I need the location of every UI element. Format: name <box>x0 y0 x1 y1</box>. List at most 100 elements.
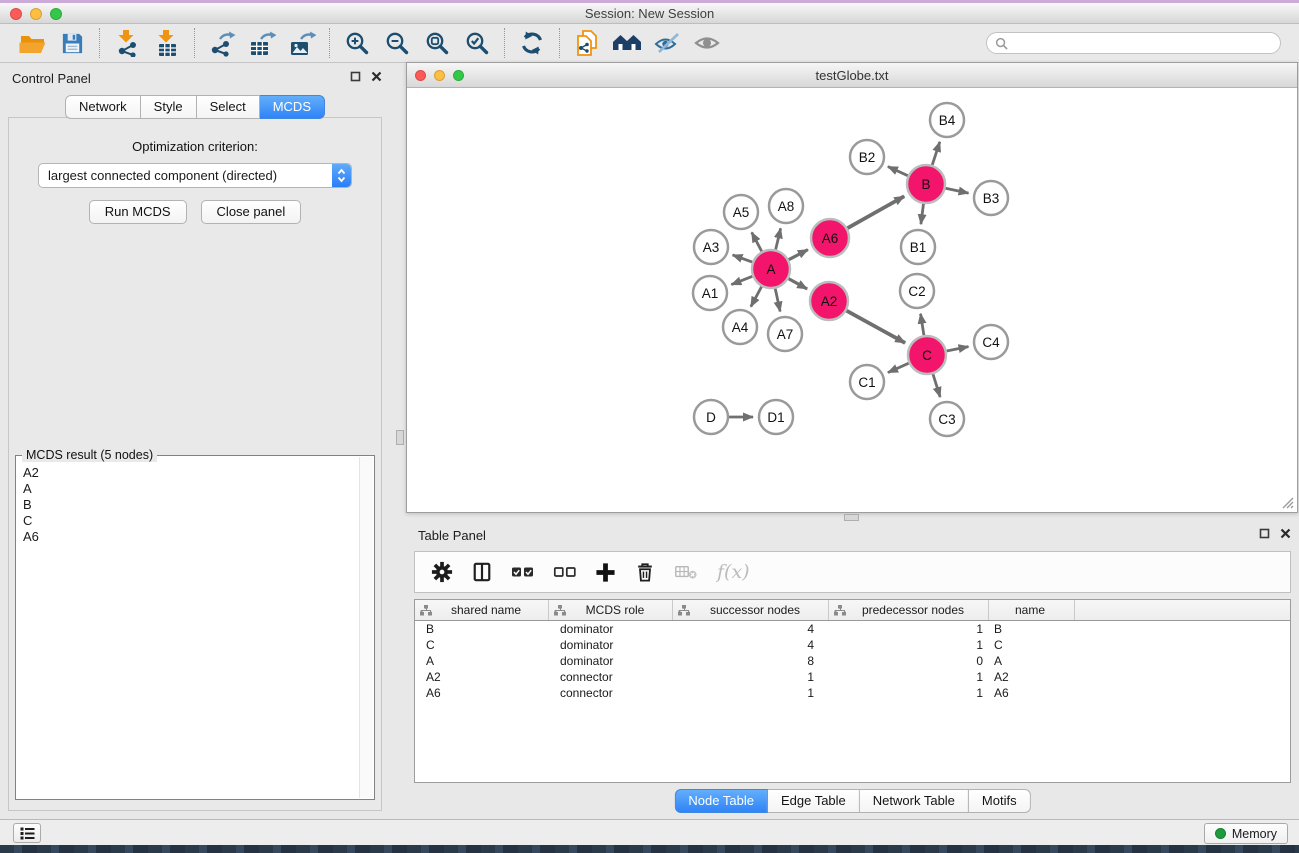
optimization-criterion-select[interactable]: largest connected component (directed) <box>38 163 352 188</box>
table-row[interactable]: A dominator 8 0 A <box>415 653 1290 669</box>
run-mcds-button[interactable]: Run MCDS <box>89 200 187 224</box>
hide-graphics-details-button[interactable] <box>647 26 687 60</box>
import-table-button[interactable] <box>147 26 187 60</box>
close-panel-icon[interactable] <box>1280 528 1291 539</box>
deselect-all-button[interactable] <box>553 565 576 579</box>
graph-edge-A-A8[interactable] <box>776 228 781 249</box>
clone-network-button[interactable] <box>567 26 607 60</box>
graph-node-label: A4 <box>732 320 749 335</box>
list-item[interactable]: B <box>23 497 353 513</box>
graph-edge-A2-C[interactable] <box>847 311 906 343</box>
result-scrollbar[interactable] <box>359 457 373 798</box>
list-item[interactable]: C <box>23 513 353 529</box>
graph-node-label: B1 <box>910 240 927 255</box>
open-session-button[interactable] <box>12 26 52 60</box>
delete-table-button[interactable] <box>674 564 698 580</box>
export-table-button[interactable] <box>242 26 282 60</box>
import-network-button[interactable] <box>107 26 147 60</box>
tab-select[interactable]: Select <box>197 95 260 119</box>
network-graph[interactable]: B4B2BB3A5A8A6A3AB1A1C2A2A4A7C4CC1C3DD1 <box>408 89 1298 513</box>
list-item[interactable]: A <box>23 481 353 497</box>
table-row[interactable]: A6 connector 1 1 A6 <box>415 685 1290 701</box>
graph-edge-B-B1[interactable] <box>921 204 924 224</box>
trash-icon <box>635 561 655 583</box>
export-image-button[interactable] <box>282 26 322 60</box>
graph-edge-A-A7[interactable] <box>775 289 780 312</box>
export-network-button[interactable] <box>202 26 242 60</box>
tab-network[interactable]: Network <box>65 95 141 119</box>
graph-edge-C-C1[interactable] <box>888 363 909 372</box>
column-header-predecessor-nodes[interactable]: predecessor nodes <box>829 600 989 620</box>
vertical-splitter-handle[interactable] <box>396 430 404 445</box>
network-canvas[interactable]: B4B2BB3A5A8A6A3AB1A1C2A2A4A7C4CC1C3DD1 <box>408 89 1296 511</box>
graph-edge-B-B3[interactable] <box>946 188 969 193</box>
column-header-mcds-role[interactable]: MCDS role <box>549 600 673 620</box>
search-field[interactable] <box>986 32 1281 54</box>
graph-edge-C-C2[interactable] <box>921 314 924 336</box>
list-item[interactable]: A6 <box>23 529 353 545</box>
float-panel-icon[interactable] <box>350 71 361 82</box>
tab-edge-table[interactable]: Edge Table <box>768 789 860 813</box>
window-resize-grip[interactable] <box>1281 496 1294 509</box>
save-session-button[interactable] <box>52 26 92 60</box>
column-header-name[interactable]: name <box>989 600 1075 620</box>
network-window-titlebar[interactable]: testGlobe.txt <box>407 63 1297 88</box>
deselect-all-icon <box>553 565 576 579</box>
graph-edge-A-A6[interactable] <box>789 250 808 260</box>
mcds-tab-content: Optimization criterion: largest connecte… <box>8 117 382 811</box>
graph-edge-A-A4[interactable] <box>751 287 762 307</box>
table-row[interactable]: C dominator 4 1 C <box>415 637 1290 653</box>
list-item[interactable]: A2 <box>23 465 353 481</box>
toggle-column-button[interactable] <box>472 561 492 583</box>
zoom-fit-button[interactable] <box>417 26 457 60</box>
toolbar-separator <box>559 28 560 58</box>
show-graphics-details-button[interactable] <box>687 26 727 60</box>
zoom-out-button[interactable] <box>377 26 417 60</box>
tab-node-table[interactable]: Node Table <box>674 789 768 813</box>
graph-edge-B-B2[interactable] <box>888 167 908 176</box>
table-row[interactable]: B dominator 4 1 B <box>415 621 1290 637</box>
delete-row-button[interactable] <box>635 561 655 583</box>
close-panel-icon[interactable] <box>371 71 382 82</box>
graph-edge-A6-B[interactable] <box>847 196 904 228</box>
float-panel-icon[interactable] <box>1259 528 1270 539</box>
tab-network-table[interactable]: Network Table <box>860 789 969 813</box>
function-builder-button[interactable]: f(x) <box>717 561 750 583</box>
graph-node-label: C1 <box>858 375 875 390</box>
search-input[interactable] <box>1013 36 1272 50</box>
zoom-in-button[interactable] <box>337 26 377 60</box>
table-row[interactable]: A2 connector 1 1 A2 <box>415 669 1290 685</box>
graph-node-label: B2 <box>859 150 876 165</box>
eye-slash-icon <box>654 31 680 55</box>
graph-edge-C-C3[interactable] <box>933 374 940 397</box>
graph-node-label: A5 <box>733 205 750 220</box>
column-header-shared-name[interactable]: shared name <box>415 600 549 620</box>
graph-edge-B-B4[interactable] <box>932 142 940 165</box>
graph-node-label: A8 <box>778 199 795 214</box>
memory-button[interactable]: Memory <box>1204 823 1288 844</box>
graph-node-label: C3 <box>938 412 955 427</box>
tab-style[interactable]: Style <box>141 95 197 119</box>
graph-edge-A-A1[interactable] <box>731 276 752 284</box>
column-header-filler <box>1075 600 1290 620</box>
zoom-selected-button[interactable] <box>457 26 497 60</box>
tab-mcds[interactable]: MCDS <box>260 95 325 119</box>
graph-edge-A-A2[interactable] <box>789 279 808 289</box>
eye-icon <box>694 31 720 55</box>
select-all-button[interactable] <box>511 565 534 579</box>
add-row-button[interactable] <box>595 562 616 583</box>
network-view-window: testGlobe.txt B4B2BB3A5A8A6A3AB1A1C2A2A4… <box>406 62 1298 513</box>
refresh-icon <box>519 30 545 56</box>
node-table: shared name MCDS role successor nodes pr… <box>414 599 1291 783</box>
graph-edge-A-A5[interactable] <box>752 232 762 251</box>
graph-edge-A-A3[interactable] <box>733 255 753 262</box>
tab-motifs[interactable]: Motifs <box>969 789 1031 813</box>
graph-edge-C-C4[interactable] <box>947 347 969 351</box>
column-header-successor-nodes[interactable]: successor nodes <box>673 600 829 620</box>
network-overview-button[interactable] <box>607 26 647 60</box>
refresh-layout-button[interactable] <box>512 26 552 60</box>
close-panel-button[interactable]: Close panel <box>201 200 302 224</box>
table-settings-button[interactable] <box>431 561 453 583</box>
status-bar: Memory <box>0 819 1299 845</box>
task-history-button[interactable] <box>13 823 41 843</box>
